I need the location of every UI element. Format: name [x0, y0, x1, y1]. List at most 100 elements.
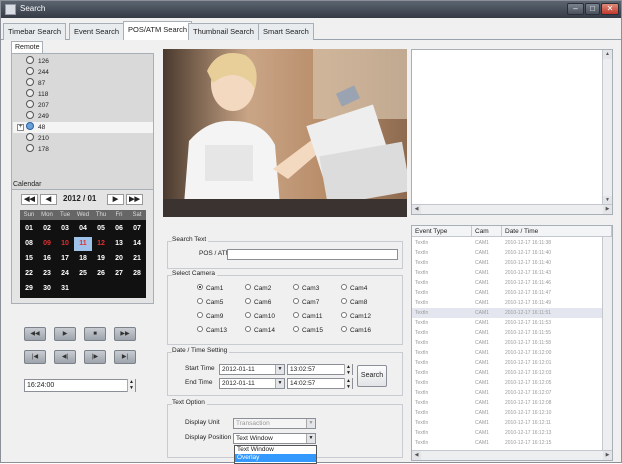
camera-radio[interactable]: Cam13: [197, 326, 227, 336]
calendar-day[interactable]: 23: [38, 267, 56, 281]
camera-radio[interactable]: Cam15: [293, 326, 323, 336]
remote-item[interactable]: 207: [26, 100, 49, 111]
table-row[interactable]: TextIn CAM1 2010-12-17 16:11:58: [412, 338, 602, 348]
display-position-select[interactable]: Text Window ▼: [233, 433, 316, 444]
calendar-day[interactable]: 19: [92, 252, 110, 266]
column-cam[interactable]: Cam: [472, 226, 502, 237]
table-row[interactable]: TextIn CAM1 2010-12-17 16:11:51: [412, 308, 602, 318]
table-row[interactable]: TextIn CAM1 2010-12-17 16:12:11: [412, 418, 602, 428]
calendar-day[interactable]: 21: [128, 252, 146, 266]
calendar-day[interactable]: 31: [56, 282, 74, 296]
prev-month-button[interactable]: ◀: [40, 194, 57, 205]
dropdown-option-overlay[interactable]: Overlay: [235, 454, 316, 462]
scroll-up-icon[interactable]: ▲: [603, 50, 612, 59]
display-position-dropdown-icon[interactable]: ▼: [306, 434, 315, 443]
table-row[interactable]: TextIn CAM1 2010-12-17 16:12:05: [412, 378, 602, 388]
start-time-spinner[interactable]: ▲ ▼: [344, 364, 352, 376]
calendar-day[interactable]: 18: [74, 252, 92, 266]
table-row[interactable]: TextIn CAM1 2010-12-17 16:11:43: [412, 268, 602, 278]
calendar-day[interactable]: 20: [110, 252, 128, 266]
table-scroll-left-icon[interactable]: ◀: [412, 451, 421, 460]
remote-item[interactable]: 118: [26, 89, 48, 100]
table-row[interactable]: TextIn CAM1 2010-12-17 16:11:40: [412, 258, 602, 268]
camera-radio[interactable]: Cam1: [197, 284, 223, 294]
prev-frame-button[interactable]: ◀|: [54, 350, 76, 364]
tab-thumbnail-search[interactable]: Thumbnail Search: [188, 23, 259, 40]
rewind-button[interactable]: ◀◀: [24, 327, 46, 341]
calendar-day[interactable]: 24: [56, 267, 74, 281]
text-window[interactable]: ▲ ▼ ◀ ▶: [411, 49, 613, 215]
table-row[interactable]: TextIn CAM1 2010-12-17 16:12:00: [412, 348, 602, 358]
calendar-day[interactable]: 16: [38, 252, 56, 266]
end-time-spinner[interactable]: ▲ ▼: [344, 378, 352, 390]
calendar-day[interactable]: 27: [110, 267, 128, 281]
calendar-day[interactable]: 26: [92, 267, 110, 281]
start-date-dropdown-icon[interactable]: ▼: [275, 365, 284, 374]
camera-radio[interactable]: Cam2: [245, 284, 271, 294]
first-frame-button[interactable]: |◀: [24, 350, 46, 364]
remote-tab[interactable]: Remote: [11, 41, 43, 53]
table-row[interactable]: TextIn CAM1 2010-12-17 16:11:53: [412, 318, 602, 328]
calendar-day[interactable]: 05: [92, 222, 110, 236]
camera-radio[interactable]: Cam8: [341, 298, 367, 308]
fast-forward-button[interactable]: ▶▶: [114, 327, 136, 341]
remote-item[interactable]: 178: [26, 144, 49, 155]
column-date-time[interactable]: Date / Time: [502, 226, 612, 237]
next-month-button[interactable]: ▶: [107, 194, 124, 205]
expand-icon[interactable]: +: [17, 124, 24, 131]
calendar-day[interactable]: 07: [128, 222, 146, 236]
camera-radio[interactable]: Cam7: [293, 298, 319, 308]
table-row[interactable]: TextIn CAM1 2010-12-17 16:11:49: [412, 298, 602, 308]
scroll-left-icon[interactable]: ◀: [412, 205, 421, 214]
table-row[interactable]: TextIn CAM1 2010-12-17 16:12:08: [412, 398, 602, 408]
camera-radio[interactable]: Cam5: [197, 298, 223, 308]
tab-timebar-search[interactable]: Timebar Search: [3, 23, 67, 40]
calendar-day[interactable]: 03: [56, 222, 74, 236]
remote-item[interactable]: 87: [26, 78, 45, 89]
search-button[interactable]: Search: [357, 365, 387, 387]
calendar-day[interactable]: 14: [128, 237, 146, 251]
table-row[interactable]: TextIn CAM1 2010-12-17 16:11:38: [412, 238, 602, 248]
calendar-day[interactable]: 28: [128, 267, 146, 281]
camera-radio[interactable]: Cam11: [293, 312, 322, 322]
scroll-right-icon[interactable]: ▶: [603, 205, 612, 214]
column-event-type[interactable]: Event Type: [412, 226, 472, 237]
play-button[interactable]: ▶: [54, 327, 76, 341]
calendar-day[interactable]: 08: [20, 237, 38, 251]
calendar-day[interactable]: 01: [20, 222, 38, 236]
table-row[interactable]: TextIn CAM1 2010-12-17 16:12:03: [412, 368, 602, 378]
remote-item[interactable]: +48: [13, 122, 153, 133]
remote-item[interactable]: 244: [26, 67, 49, 78]
pos-atm-input[interactable]: [227, 249, 398, 260]
tab-pos-atm-search[interactable]: POS/ATM Search: [123, 21, 193, 40]
text-window-hscroll[interactable]: ◀ ▶: [412, 204, 612, 214]
video-preview[interactable]: [163, 49, 407, 217]
camera-radio[interactable]: Cam10: [245, 312, 275, 322]
stop-button[interactable]: ■: [84, 327, 106, 341]
calendar-day[interactable]: 17: [56, 252, 74, 266]
end-time-input[interactable]: 14:02:57 ▲ ▼: [287, 378, 353, 390]
table-row[interactable]: TextIn CAM1 2010-12-17 16:11:40: [412, 248, 602, 258]
table-row[interactable]: TextIn CAM1 2010-12-17 16:11:47: [412, 288, 602, 298]
minimize-button[interactable]: –: [567, 3, 584, 15]
calendar-day[interactable]: 02: [38, 222, 56, 236]
text-window-vscroll[interactable]: ▲ ▼: [602, 50, 612, 205]
camera-radio[interactable]: Cam12: [341, 312, 371, 322]
start-date-input[interactable]: 2012-01-11 ▼: [219, 364, 285, 375]
table-row[interactable]: TextIn CAM1 2010-12-17 16:12:07: [412, 388, 602, 398]
tab-smart-search[interactable]: Smart Search: [258, 23, 314, 40]
time-input[interactable]: 16:24:00 ▲ ▼: [24, 379, 136, 392]
camera-radio[interactable]: Cam4: [341, 284, 367, 294]
table-row[interactable]: TextIn CAM1 2010-12-17 16:11:55: [412, 328, 602, 338]
camera-radio[interactable]: Cam9: [197, 312, 223, 322]
end-date-dropdown-icon[interactable]: ▼: [275, 379, 284, 388]
remote-item[interactable]: 126: [26, 56, 49, 67]
next-year-button[interactable]: ▶▶: [126, 194, 143, 205]
dropdown-option-text-window[interactable]: Text Window: [235, 446, 316, 454]
event-table-vscroll[interactable]: [602, 237, 612, 452]
camera-radio[interactable]: Cam6: [245, 298, 271, 308]
last-frame-button[interactable]: ▶|: [114, 350, 136, 364]
table-row[interactable]: TextIn CAM1 2010-12-17 16:11:46: [412, 278, 602, 288]
camera-radio[interactable]: Cam16: [341, 326, 371, 336]
remote-item[interactable]: 210: [26, 133, 49, 144]
